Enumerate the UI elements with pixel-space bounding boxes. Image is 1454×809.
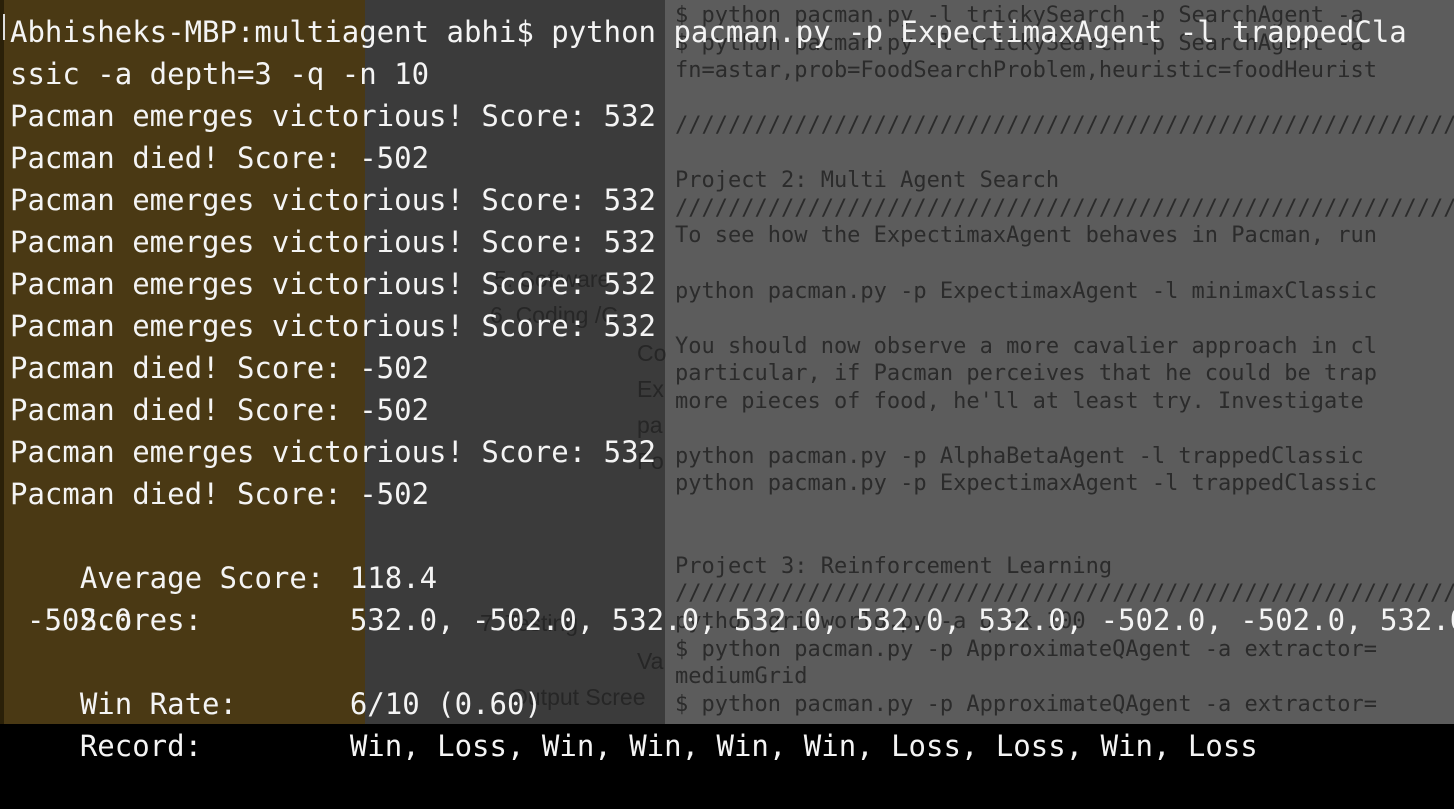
average-score-line: Average Score: 118.4: [10, 515, 437, 595]
terminal-cursor: [3, 14, 5, 40]
record-line: Record: Win, Loss, Win, Win, Win, Win, Lo…: [10, 683, 1258, 763]
record-label: Record:: [79, 729, 203, 763]
output-line: Pacman died! Score: -502: [10, 393, 430, 427]
terminal-window[interactable]: Abhisheks-MBP:multiagent abhi$ python pa…: [0, 0, 1454, 763]
command-line-1[interactable]: Abhisheks-MBP:multiagent abhi$ python pa…: [10, 11, 1407, 53]
output-line: Pacman emerges victorious! Score: 532: [10, 225, 657, 259]
output-line: Pacman emerges victorious! Score: 532: [10, 183, 657, 217]
scores-line: Scores: 532.0, -502.0, 532.0, 532.0, 532.…: [10, 557, 1454, 637]
scores-value: 532.0, -502.0, 532.0, 532.0, 532.0, 532.…: [349, 603, 1454, 637]
output-line: Pacman emerges victorious! Score: 532: [10, 267, 657, 301]
scores-wrap: -502.0: [27, 603, 132, 637]
output-line: Pacman died! Score: -502: [10, 351, 430, 385]
command-line-2[interactable]: ssic -a depth=3 -q -n 10: [10, 53, 429, 95]
record-value: Win, Loss, Win, Win, Win, Win, Loss, Los…: [349, 729, 1258, 763]
output-line: Pacman died! Score: -502: [10, 477, 430, 511]
output-line: Pacman died! Score: -502: [10, 141, 430, 175]
output-line: Pacman emerges victorious! Score: 532: [10, 99, 657, 133]
output-line: Pacman emerges victorious! Score: 532: [10, 435, 657, 469]
output-line: Pacman emerges victorious! Score: 532: [10, 309, 657, 343]
win-rate-line: Win Rate: 6/10 (0.60): [10, 641, 542, 721]
